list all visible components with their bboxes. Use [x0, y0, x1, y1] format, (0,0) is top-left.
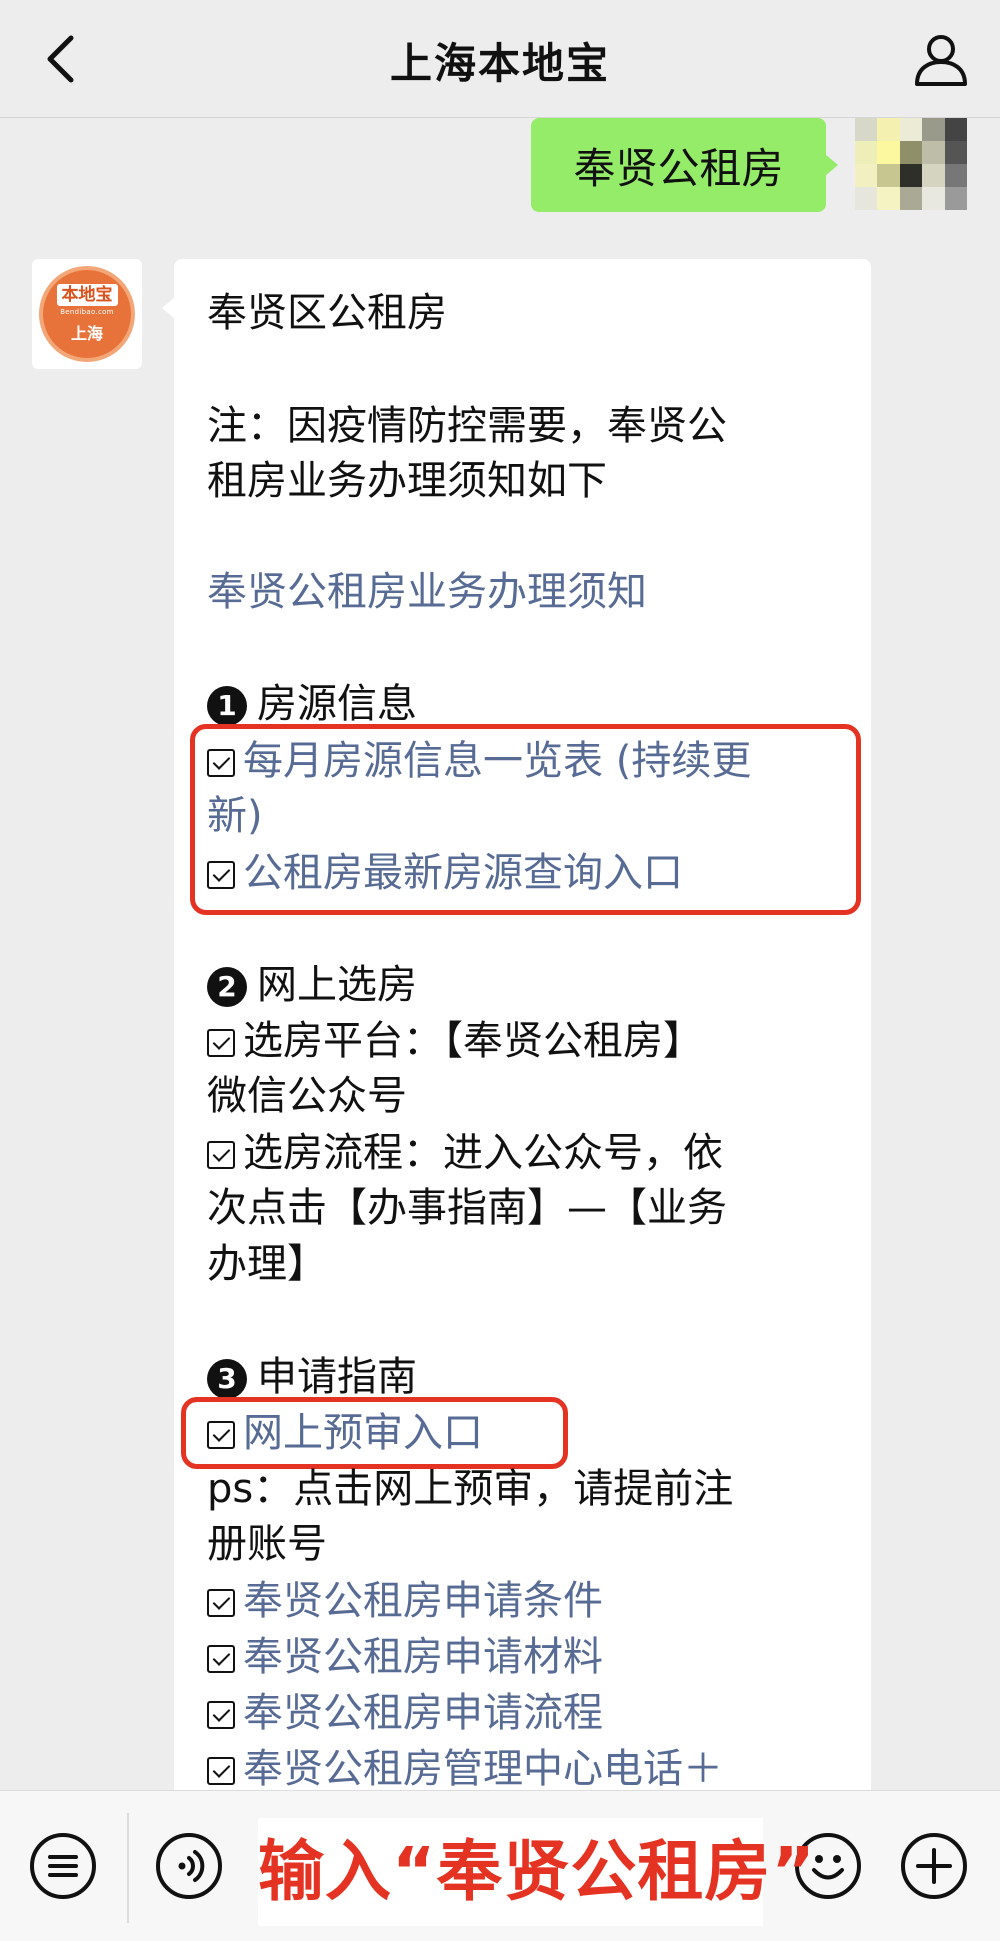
highlight-box [190, 724, 861, 915]
plus-icon[interactable] [901, 1833, 967, 1899]
ps-line-2: 册账号 [207, 1521, 327, 1567]
profile-icon[interactable] [912, 30, 970, 88]
logo-name: 本地宝 [56, 284, 118, 306]
apply-materials-link[interactable]: 奉贤公租房申请材料 [243, 1634, 603, 1680]
number-badge-1: 1 [207, 686, 247, 726]
note-line-2: 租房业务办理须知如下 [207, 458, 607, 504]
checkbox-icon [207, 1757, 235, 1785]
highlight-box [181, 1397, 568, 1469]
input-hint-overlay[interactable]: 输入“奉贤公租房” [258, 1818, 815, 1926]
note-line-1: 注：因疫情防控需要，奉贤公 [207, 403, 727, 449]
apply-process-link[interactable]: 奉贤公租房申请流程 [243, 1690, 603, 1736]
section-3-title: 申请指南 [257, 1354, 417, 1400]
selection-platform-cont: 微信公众号 [207, 1073, 407, 1119]
list-item[interactable]: 奉贤公租房申请材料 [207, 1629, 603, 1685]
selection-process-cont-1: 次点击【办事指南】—【业务 [207, 1185, 727, 1231]
list-item: 选房流程：进入公众号，依 [207, 1125, 723, 1181]
list-item[interactable]: 奉贤公租房管理中心电话＋ [207, 1741, 723, 1797]
apply-conditions-link[interactable]: 奉贤公租房申请条件 [243, 1578, 603, 1624]
checkbox-icon [207, 1141, 235, 1169]
list-item[interactable]: 奉贤公租房申请流程 [207, 1685, 603, 1741]
checkbox-icon [207, 1589, 235, 1617]
selection-process-cont-2: 办理】 [207, 1241, 327, 1287]
list-item: 选房平台：【奉贤公租房】 [207, 1013, 703, 1069]
outgoing-message[interactable]: 奉贤公租房 [531, 118, 838, 212]
checkbox-icon [207, 1645, 235, 1673]
logo-city: 上海 [70, 324, 103, 343]
checkbox-icon [207, 1701, 235, 1729]
number-badge-2: 2 [207, 967, 247, 1007]
message-title: 奉贤区公租房 [207, 290, 447, 336]
divider [127, 1813, 129, 1923]
bendibao-logo: 本地宝 Bendibao.com 上海 [39, 266, 135, 362]
section-2-title: 网上选房 [257, 962, 417, 1008]
checkbox-icon [207, 1029, 235, 1057]
bot-avatar[interactable]: 本地宝 Bendibao.com 上海 [32, 259, 142, 369]
ps-line-1: ps：点击网上预审，请提前注 [207, 1466, 734, 1512]
center-phone-link[interactable]: 奉贤公租房管理中心电话＋ [243, 1746, 723, 1792]
section-2-heading: 2 网上选房 [207, 957, 417, 1013]
number-badge-3: 3 [207, 1359, 247, 1399]
list-item[interactable]: 奉贤公租房申请条件 [207, 1573, 603, 1629]
user-avatar[interactable] [855, 118, 967, 210]
chat-header: 上海本地宝 [0, 0, 1000, 118]
voice-icon[interactable] [156, 1833, 222, 1899]
menu-icon[interactable] [30, 1833, 96, 1899]
notice-link[interactable]: 奉贤公租房业务办理须知 [207, 564, 647, 620]
logo-domain: Bendibao.com [60, 308, 114, 316]
selection-platform-text: 选房平台：【奉贤公租房】 [243, 1018, 703, 1064]
chat-title: 上海本地宝 [389, 39, 610, 88]
section-1-title: 房源信息 [257, 681, 417, 727]
selection-process-text: 选房流程：进入公众号，依 [243, 1130, 723, 1176]
outgoing-message-text: 奉贤公租房 [573, 143, 784, 193]
